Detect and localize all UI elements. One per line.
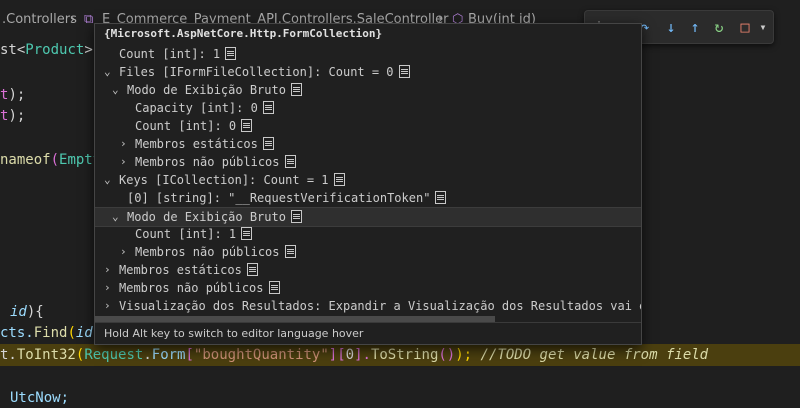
step-into-icon[interactable]: ↓: [661, 17, 681, 37]
breadcrumb-separator: ›: [70, 12, 76, 27]
copy-value-icon[interactable]: [268, 281, 280, 294]
copy-value-icon[interactable]: [290, 83, 302, 96]
hover-footer: Hold Alt key to switch to editor languag…: [95, 322, 641, 344]
tree-row[interactable]: [0] [string]: "__RequestVerificationToke…: [95, 189, 641, 207]
copy-value-icon[interactable]: [284, 155, 296, 168]
code-line: id){: [10, 304, 44, 320]
code-line: cts.Find(id: [0, 325, 93, 341]
copy-value-icon[interactable]: [435, 191, 447, 204]
tree-row[interactable]: › Membros não públicos: [95, 243, 641, 261]
tree-row[interactable]: Count [int]: 1: [95, 45, 641, 63]
chevron-right-icon[interactable]: ›: [104, 261, 116, 279]
chevron-down-icon[interactable]: ⌄: [104, 63, 116, 81]
step-out-icon[interactable]: ↑: [685, 17, 705, 37]
chevron-right-icon[interactable]: ›: [120, 135, 132, 153]
chevron-down-icon[interactable]: ⌄: [112, 81, 124, 99]
copy-value-icon[interactable]: [241, 119, 253, 132]
hover-title: {Microsoft.AspNetCore.Http.FormCollectio…: [104, 27, 383, 40]
more-dropdown-icon[interactable]: ▾: [753, 17, 773, 37]
copy-value-icon[interactable]: [262, 101, 274, 114]
current-code-line[interactable]: t.ToInt32(Request.Form["boughtQuantity"]…: [0, 345, 708, 365]
tree-row[interactable]: › Membros não públicos: [95, 153, 641, 171]
chevron-down-icon[interactable]: ⌄: [112, 208, 124, 226]
copy-value-icon[interactable]: [333, 173, 345, 186]
tree-row[interactable]: › Membros não públicos: [95, 279, 641, 297]
tree-row[interactable]: Count [int]: 1: [95, 225, 641, 243]
copy-value-icon[interactable]: [262, 137, 274, 150]
copy-value-icon[interactable]: [284, 245, 296, 258]
debug-hover-popup: {Microsoft.AspNetCore.Http.FormCollectio…: [94, 23, 642, 345]
stop-icon[interactable]: □: [735, 17, 755, 37]
tree-row[interactable]: ⌄ Keys [ICollection]: Count = 1: [95, 171, 641, 189]
chevron-right-icon[interactable]: ›: [120, 243, 132, 261]
chevron-right-icon[interactable]: ›: [120, 153, 132, 171]
chevron-right-icon[interactable]: ›: [104, 279, 116, 297]
tree-row[interactable]: › Visualização dos Resultados: Expandir …: [95, 297, 641, 315]
tree-row[interactable]: Capacity [int]: 0: [95, 99, 641, 117]
chevron-down-icon[interactable]: ⌄: [104, 171, 116, 189]
restart-icon[interactable]: ↻: [709, 17, 729, 37]
copy-value-icon[interactable]: [398, 65, 410, 78]
tree-row[interactable]: ⌄ Files [IFormFileCollection]: Count = 0: [95, 63, 641, 81]
copy-value-icon[interactable]: [225, 47, 237, 60]
copy-value-icon[interactable]: [290, 210, 302, 223]
code-line: UtcNow;: [10, 390, 70, 406]
tree-row-selected[interactable]: ⌄ Modo de Exibição Bruto: [95, 207, 641, 227]
class-icon: ⧉: [84, 12, 94, 27]
tree-row[interactable]: ⌄ Modo de Exibição Bruto: [95, 81, 641, 99]
chevron-right-icon[interactable]: ›: [104, 297, 116, 315]
code-line: t);: [0, 108, 26, 124]
tree-row[interactable]: Count [int]: 0: [95, 117, 641, 135]
tree-row[interactable]: › Membros estáticos: [95, 261, 641, 279]
copy-value-icon[interactable]: [246, 263, 258, 276]
breadcrumb-item-controllers[interactable]: .Controllers: [2, 12, 77, 27]
copy-value-icon[interactable]: [241, 227, 253, 240]
code-line: t);: [0, 87, 26, 103]
tree-row[interactable]: › Membros estáticos: [95, 135, 641, 153]
